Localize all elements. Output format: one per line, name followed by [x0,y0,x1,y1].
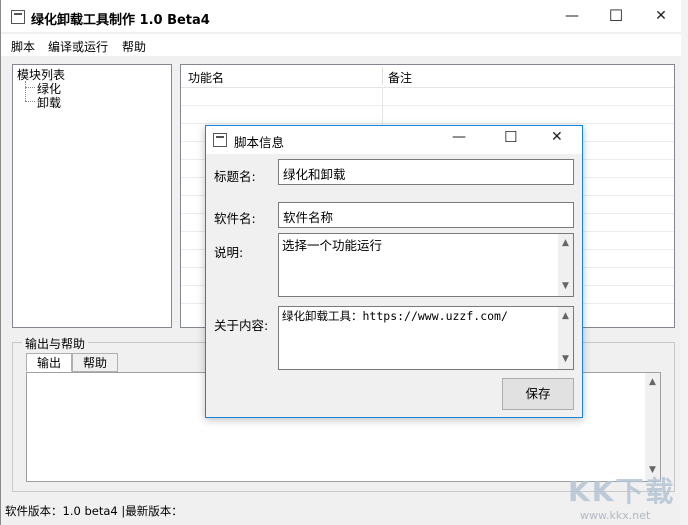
dialog-title-bar[interactable]: 脚本信息 — ☐ ✕ [206,126,582,154]
about-textarea[interactable]: 绿化卸载工具：https://www.uzzf.com/ ▲ ▼ [278,306,574,370]
menu-help[interactable]: 帮助 [122,38,146,55]
maximize-button[interactable]: ☐ [593,0,639,32]
about-scrollbar[interactable]: ▲ ▼ [558,307,573,369]
tree-connector [25,87,35,88]
description-textarea[interactable]: 选择一个功能运行 ▲ ▼ [278,233,574,297]
software-label: 软件名: [214,211,256,226]
title-bar[interactable]: 绿化卸载工具制作 1.0 Beta4 — ☐ ✕ [1,0,681,32]
column-divider [382,67,383,85]
column-header-note[interactable]: 备注 [388,69,412,86]
app-icon [11,10,25,24]
status-bar: 软件版本：1.0 beta4 |最新版本： [5,504,183,518]
background-window-edge [680,0,688,525]
save-button[interactable]: 保存 [502,378,574,410]
column-header-function[interactable]: 功能名 [188,69,224,86]
description-text: 选择一个功能运行 [282,238,383,253]
menu-compile-run[interactable]: 编译或运行 [48,38,108,55]
window-title: 绿化卸载工具制作 1.0 Beta4 [31,13,210,28]
watermark-url: www.kkx.net [580,509,651,522]
minimize-button[interactable]: — [549,0,595,32]
dialog-minimize-button[interactable]: — [452,129,466,145]
scroll-up-icon[interactable]: ▲ [558,236,573,251]
script-info-dialog: 脚本信息 — ☐ ✕ 标题名: 绿化和卸载 软件名: 软件名称 说明: 选择一个… [205,125,583,418]
description-label: 说明: [214,245,244,260]
dialog-maximize-button[interactable]: ☐ [504,128,517,146]
tab-output[interactable]: 输出 [26,353,72,372]
tree-connector [25,101,35,102]
dialog-icon [213,133,227,147]
menu-bar: 脚本 编译或运行 帮助 [1,34,681,56]
module-tree[interactable]: 模块列表 绿化 卸载 [12,64,172,328]
output-help-label: 输出与帮助 [22,335,89,352]
scroll-up-icon[interactable]: ▲ [645,375,660,390]
tab-help[interactable]: 帮助 [72,353,118,372]
description-scrollbar[interactable]: ▲ ▼ [558,234,573,296]
grid-line [181,123,674,124]
close-button[interactable]: ✕ [638,0,684,32]
grid-line [181,105,674,106]
tree-item-uninstall[interactable]: 卸载 [37,94,61,111]
output-scrollbar[interactable]: ▲ ▼ [645,373,660,481]
dialog-title: 脚本信息 [234,135,285,150]
title-label: 标题名: [214,169,256,184]
menu-script[interactable]: 脚本 [11,38,35,55]
tree-connector [25,81,26,101]
dialog-close-button[interactable]: ✕ [551,129,563,145]
scroll-down-icon[interactable]: ▼ [558,352,573,367]
scroll-down-icon[interactable]: ▼ [558,279,573,294]
scroll-up-icon[interactable]: ▲ [558,309,573,324]
header-divider [181,87,674,88]
title-input[interactable]: 绿化和卸载 [278,159,574,185]
software-input[interactable]: 软件名称 [278,202,574,228]
watermark-logo: KK下载 [568,475,676,508]
about-label: 关于内容: [214,318,269,333]
about-text: 绿化卸载工具：https://www.uzzf.com/ [282,309,508,323]
